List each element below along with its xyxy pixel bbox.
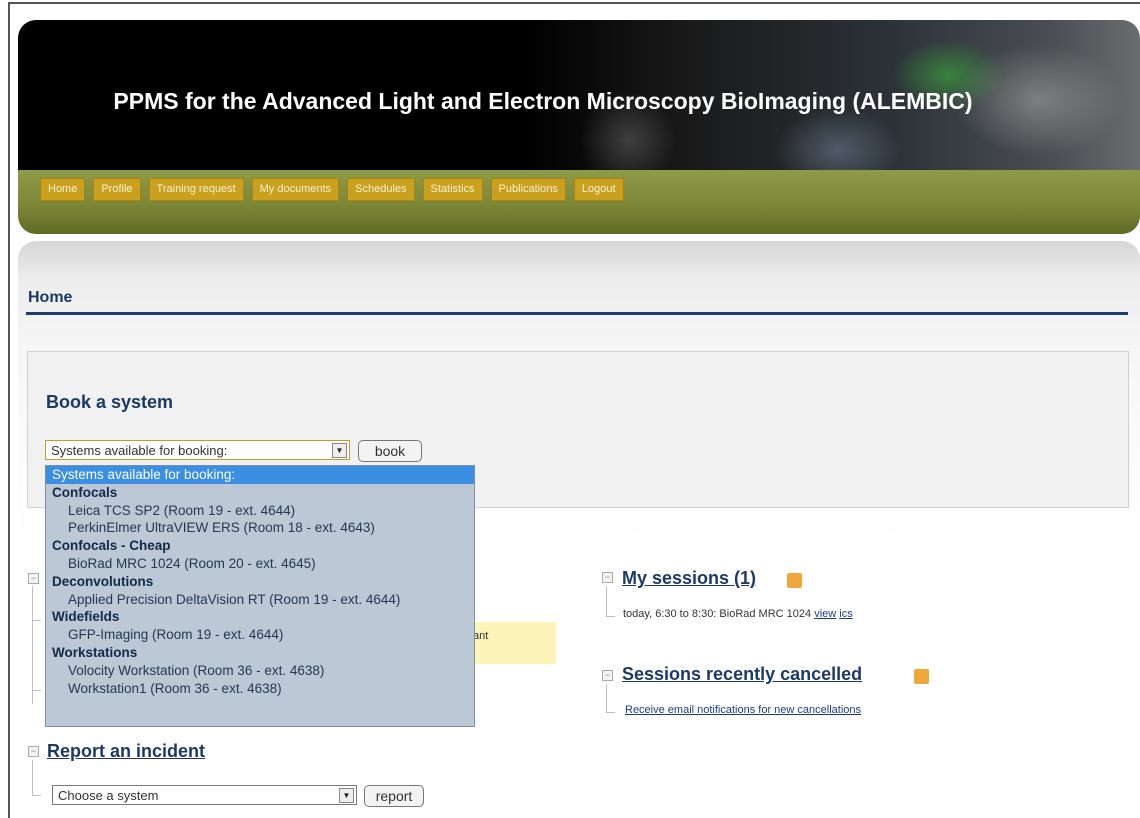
report-incident-title[interactable]: Report an incident xyxy=(47,741,205,762)
dropdown-option[interactable]: Workstation1 (Room 36 - ext. 4638) xyxy=(46,680,474,698)
notice-text: ant xyxy=(473,630,489,642)
tree-connector xyxy=(32,620,41,621)
tree-connector xyxy=(32,760,33,795)
rss-icon[interactable] xyxy=(914,669,929,684)
dropdown-group-label: Confocals xyxy=(52,484,118,500)
dropdown-option[interactable]: PerkinElmer UltraVIEW ERS (Room 18 - ext… xyxy=(46,519,474,537)
chevron-down-icon: ▼ xyxy=(339,788,354,803)
nav-statistics[interactable]: Statistics xyxy=(422,178,483,201)
dropdown-group-label: Deconvolutions xyxy=(52,573,154,589)
collapse-icon[interactable]: − xyxy=(28,573,39,584)
dropdown-option[interactable]: Systems available for booking: xyxy=(46,466,474,484)
session-view-link[interactable]: view xyxy=(814,608,836,620)
session-ics-link[interactable]: ics xyxy=(839,608,852,620)
nav-logout[interactable]: Logout xyxy=(573,178,624,201)
incident-system-select[interactable]: Choose a system ▼ xyxy=(52,785,357,805)
cancellation-notify-link-wrap: Receive email notifications for new canc… xyxy=(625,704,861,716)
book-system-heading: Book a system xyxy=(46,392,174,412)
tree-connector xyxy=(32,690,41,691)
nav-profile[interactable]: Profile xyxy=(93,178,141,201)
my-sessions-title[interactable]: My sessions (1) xyxy=(622,568,756,589)
sessions-cancelled-title[interactable]: Sessions recently cancelled xyxy=(622,664,862,685)
book-button[interactable]: book xyxy=(358,440,422,462)
collapse-icon[interactable]: − xyxy=(28,746,39,757)
tree-connector xyxy=(606,586,607,616)
system-booking-select[interactable]: Systems available for booking: ▼ xyxy=(45,440,350,460)
nav-my-documents[interactable]: My documents xyxy=(251,178,340,201)
nav-schedules[interactable]: Schedules xyxy=(347,178,415,201)
nav-list: Home Profile Training request My documen… xyxy=(40,178,632,201)
dropdown-option[interactable]: Volocity Workstation (Room 36 - ext. 463… xyxy=(46,662,474,680)
dropdown-option[interactable]: BioRad MRC 1024 (Room 20 - ext. 4645) xyxy=(46,555,474,573)
nav-home[interactable]: Home xyxy=(40,178,86,201)
collapse-icon[interactable]: − xyxy=(602,572,613,583)
cancellation-notify-link[interactable]: Receive email notifications for new canc… xyxy=(625,704,861,716)
tree-connector xyxy=(606,684,607,712)
incident-system-select-value: Choose a system xyxy=(58,788,159,803)
notice-box: ant xyxy=(470,622,556,664)
title-divider xyxy=(26,312,1128,315)
report-button[interactable]: report xyxy=(364,785,424,807)
system-booking-select-value: Systems available for booking: xyxy=(51,443,228,458)
tree-connector xyxy=(32,795,41,796)
session-entry: today, 6:30 to 8:30: BioRad MRC 1024 vie… xyxy=(623,608,853,620)
chevron-down-icon: ▼ xyxy=(332,443,347,458)
dropdown-option[interactable]: Applied Precision DeltaVision RT (Room 1… xyxy=(46,591,474,609)
system-dropdown-list: Systems available for booking: Confocals L… xyxy=(45,465,475,727)
session-entry-text: today, 6:30 to 8:30: BioRad MRC 1024 xyxy=(623,608,812,620)
dropdown-option[interactable]: Leica TCS SP2 (Room 19 - ext. 4644) xyxy=(46,502,474,520)
nav-publications[interactable]: Publications xyxy=(490,178,566,201)
main-navigation: Home Profile Training request My documen… xyxy=(18,170,1140,234)
rss-icon[interactable] xyxy=(787,573,802,588)
dropdown-option[interactable]: GFP-Imaging (Room 19 - ext. 4644) xyxy=(46,626,474,644)
site-title: PPMS for the Advanced Light and Electron… xyxy=(113,88,973,114)
dropdown-group-label: Workstations xyxy=(52,644,138,660)
collapse-icon[interactable]: − xyxy=(602,670,613,681)
tree-connector xyxy=(606,712,615,713)
dropdown-group-label: Widefields xyxy=(52,609,120,625)
tree-connector xyxy=(606,616,615,617)
tree-connector xyxy=(32,586,33,704)
site-header: PPMS for the Advanced Light and Electron… xyxy=(18,20,1140,234)
page-title: Home xyxy=(28,289,73,306)
dropdown-group-label: Confocals - Cheap xyxy=(52,538,171,554)
nav-training-request[interactable]: Training request xyxy=(148,178,244,201)
